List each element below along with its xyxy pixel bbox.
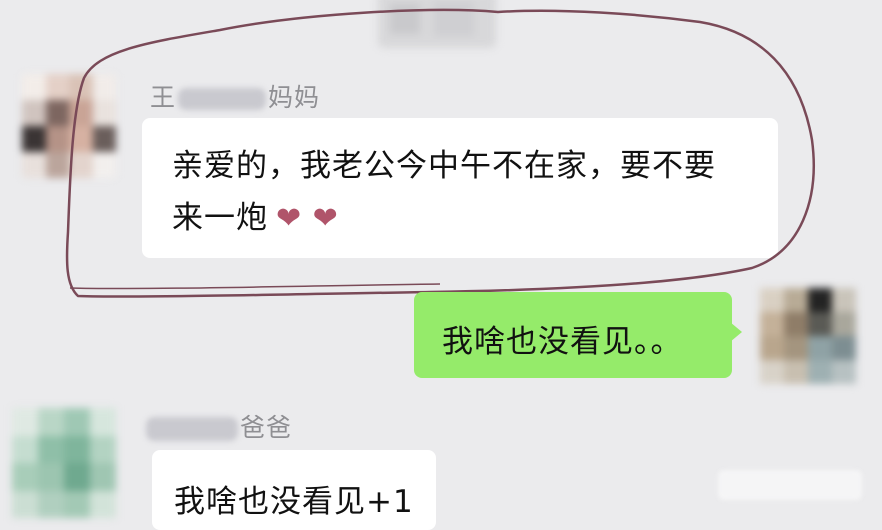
avatar[interactable] [22,74,116,178]
message-line-2-text: 来一炮 [172,200,268,236]
message-line-2: 来一炮 ❤ ❤ [172,192,339,237]
avatar[interactable] [12,408,116,518]
sender-name: 爸爸 [146,408,292,444]
sender-name-suffix: 妈妈 [268,83,321,112]
heart-icons: ❤ ❤ [276,201,339,236]
name-mask [146,417,238,441]
blurred-content [434,2,474,36]
outgoing-message-text: 我啥也没看见。。 [442,324,683,360]
message-line-1: 亲爱的，我老公今中午不在家，要不要 [172,148,716,184]
avatar[interactable] [760,288,856,384]
sender-name-prefix: 王 [150,83,177,112]
message-bubble[interactable]: 我啥也没看见+1 [152,450,436,530]
hand-drawn-circle [65,8,815,298]
message-text: 我啥也没看见+1 [174,484,414,520]
sender-name-suffix: 爸爸 [240,413,293,442]
name-mask [178,88,267,110]
sender-name: 王 妈妈 [150,78,320,114]
partial-message-top [378,0,496,48]
outgoing-message-bubble[interactable]: 我啥也没看见。。 [414,292,742,378]
message-bubble[interactable]: 亲爱的，我老公今中午不在家，要不要 来一炮 ❤ ❤ [142,118,778,258]
watermark [718,470,862,500]
bubble-tail [730,322,742,342]
blurred-content [390,4,420,34]
